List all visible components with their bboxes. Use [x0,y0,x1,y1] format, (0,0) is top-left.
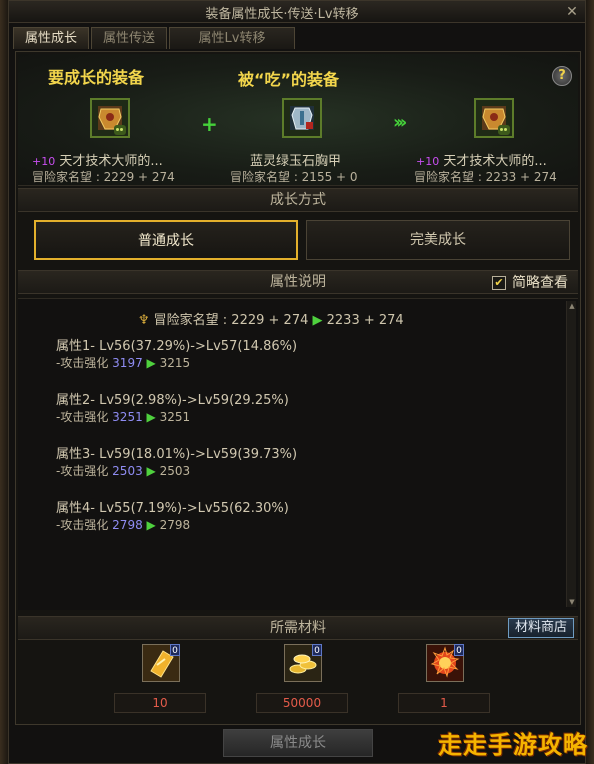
attribute-head: 属性4- Lv55(7.19%)->Lv55(62.30%) [56,501,289,516]
attribute-block: 属性1- Lv56(37.29%)->Lv57(14.86%) -攻击强化 31… [56,335,297,371]
fodder-equipment-slot[interactable] [282,98,322,138]
attribute-sub: -攻击强化 3251 ▶ 3251 [56,410,191,424]
equipment-window: 装备属性成长·传送·Lv转移 ✕ 属性成长 属性传送 属性Lv转移 要成长的装备… [8,0,586,764]
arrow-right-icon: ▶ [146,356,156,370]
materials-title: 所需材料 [270,620,326,636]
attribute-sub: -攻击强化 2798 ▶ 2798 [56,518,191,532]
window-title: 装备属性成长·传送·Lv转移 [205,7,359,22]
target-fame: 冒险家名望 : 2229 + 274 [32,170,175,184]
target-name-text: 天才技术大师的... [59,154,163,169]
arrow-right-icon: ▶ [146,518,156,532]
watermark: 走走手游攻略 [438,731,588,759]
attribute-desc-title: 属性说明 [270,274,326,290]
close-button[interactable]: ✕ [563,3,581,21]
materials-header: 所需材料 材料商店 [18,616,578,640]
attribute-sub: -攻击强化 2503 ▶ 2503 [56,464,191,478]
equipment-area: 要成长的装备 被“吃”的装备 ? + ››› +10 天才技术大师的... 冒险… [18,54,578,186]
attribute-desc-header: 属性说明 ✔ 简略查看 [18,270,578,294]
scroll-up-icon[interactable]: ▲ [567,301,577,311]
set-badge-icon [114,125,126,135]
attribute-block: 属性2- Lv59(2.98%)->Lv59(29.25%) -攻击强化 325… [56,389,289,425]
attribute-block: 属性4- Lv55(7.19%)->Lv55(62.30%) -攻击强化 279… [56,497,289,533]
arrow-right-icon: ▶ [312,313,323,328]
tab-attribute-growth[interactable]: 属性成长 [13,27,89,49]
attribute-block: 属性3- Lv59(18.01%)->Lv59(39.73%) -攻击强化 25… [56,443,297,479]
material-shop-button[interactable]: 材料商店 [507,618,574,638]
material-required-qty: 1 [398,693,490,713]
target-equipment-slot[interactable] [90,98,130,138]
material-slot[interactable]: 0 [142,644,180,682]
material-equipment-heading: 被“吃”的装备 [238,70,340,89]
triple-arrow-icon: ››› [393,112,407,133]
simple-view-toggle[interactable]: ✔ 简略查看 [492,274,568,292]
normal-growth-button[interactable]: 普通成长 [34,220,298,260]
fodder-equipment-name: 蓝灵绿玉石胸甲 [250,150,341,169]
attribute-growth-button[interactable]: 属性成长 [223,729,373,757]
attribute-head: 属性3- Lv59(18.01%)->Lv59(39.73%) [56,447,298,462]
result-name-text: 天才技术大师的... [443,154,547,169]
target-equipment-name: +10 天才技术大师的... [32,150,163,169]
simple-view-label: 简略查看 [512,275,568,291]
simple-view-checkbox[interactable]: ✔ [492,276,506,290]
material-slot[interactable]: 0 [426,644,464,682]
main-panel: 要成长的装备 被“吃”的装备 ? + ››› +10 天才技术大师的... 冒险… [15,51,581,725]
target-enhance-level: +10 [32,155,56,168]
arrow-right-icon: ▶ [146,464,156,478]
result-fame: 冒险家名望 : 2233 + 274 [414,170,557,184]
plus-icon: + [201,112,218,136]
fodder-fame: 冒险家名望 : 2155 + 0 [230,170,358,184]
attribute-head: 属性1- Lv56(37.29%)->Lv57(14.86%) [56,339,298,354]
result-enhance-level: +10 [416,155,440,168]
fame-summary: ♆ 冒险家名望 : 2229 + 274 ▶ 2233 + 274 [138,309,404,328]
attribute-head: 属性2- Lv59(2.98%)->Lv59(29.25%) [56,393,289,408]
result-equipment-slot[interactable] [474,98,514,138]
fame-after: 2233 + 274 [326,313,404,328]
target-equipment-heading: 要成长的装备 [48,68,145,87]
tab-attribute-transfer[interactable]: 属性传送 [91,27,167,49]
scrollbar[interactable]: ▲ ▼ [566,301,576,607]
attribute-sub: -攻击强化 3197 ▶ 3215 [56,356,191,370]
scroll-down-icon[interactable]: ▼ [567,597,577,607]
set-badge-icon [498,125,510,135]
arrow-right-icon: ▶ [146,410,156,424]
chestplate-icon [290,106,314,130]
tab-level-transfer[interactable]: 属性Lv转移 [169,27,295,49]
result-equipment-name: +10 天才技术大师的... [416,150,547,169]
material-count: 0 [454,644,464,656]
crest-icon: ♆ [138,313,150,328]
attribute-info-box: ♆ 冒险家名望 : 2229 + 274 ▶ 2233 + 274 属性1- Lv… [18,298,578,610]
material-required-qty: 50000 [256,693,348,713]
title-bar[interactable]: 装备属性成长·传送·Lv转移 ✕ [9,1,585,23]
growth-mode-header: 成长方式 [18,188,578,212]
material-required-qty: 10 [114,693,206,713]
material-count: 0 [312,644,322,656]
material-count: 0 [170,644,180,656]
perfect-growth-button[interactable]: 完美成长 [306,220,570,260]
help-icon[interactable]: ? [552,66,572,86]
fame-before: 冒险家名望 : 2229 + 274 [153,313,309,328]
fodder-name-text: 蓝灵绿玉石胸甲 [250,154,342,169]
material-slot[interactable]: 0 [284,644,322,682]
